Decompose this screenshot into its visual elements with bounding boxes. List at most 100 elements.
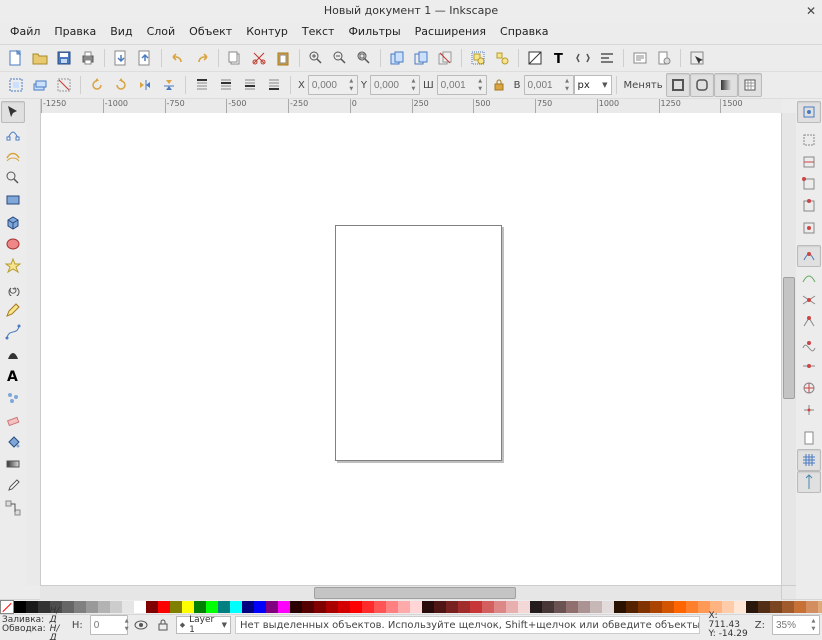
color-swatch[interactable] (398, 601, 410, 613)
snap-guide-icon[interactable] (797, 471, 821, 493)
flip-h-icon[interactable] (133, 73, 157, 97)
w-input[interactable]: ▲▼ (437, 75, 487, 95)
save-icon[interactable] (52, 46, 76, 70)
cut-icon[interactable] (247, 46, 271, 70)
menu-layer[interactable]: Слой (141, 24, 182, 44)
selector-dialog-icon[interactable] (685, 46, 709, 70)
snap-center-icon[interactable] (797, 377, 821, 399)
color-swatch[interactable] (554, 601, 566, 613)
color-swatch[interactable] (770, 601, 782, 613)
color-swatch[interactable] (350, 601, 362, 613)
zoom-tool-icon[interactable] (1, 167, 25, 189)
snap-bbox-corner-icon[interactable] (797, 173, 821, 195)
affect-pattern-icon[interactable] (738, 73, 762, 97)
color-swatch[interactable] (278, 601, 290, 613)
color-swatch[interactable] (314, 601, 326, 613)
dropper-tool-icon[interactable] (1, 475, 25, 497)
ellipse-tool-icon[interactable] (1, 233, 25, 255)
print-icon[interactable] (76, 46, 100, 70)
lower-bottom-icon[interactable] (262, 73, 286, 97)
color-swatch[interactable] (266, 601, 278, 613)
rect-tool-icon[interactable] (1, 189, 25, 211)
snap-bbox-center-icon[interactable] (797, 217, 821, 239)
undo-icon[interactable] (166, 46, 190, 70)
color-swatch[interactable] (230, 601, 242, 613)
3dbox-tool-icon[interactable] (1, 211, 25, 233)
export-icon[interactable] (133, 46, 157, 70)
color-swatch[interactable] (650, 601, 662, 613)
snap-enable-icon[interactable] (797, 101, 821, 123)
color-swatch[interactable] (74, 601, 86, 613)
eraser-tool-icon[interactable] (1, 409, 25, 431)
open-icon[interactable] (28, 46, 52, 70)
color-swatch[interactable] (506, 601, 518, 613)
spray-tool-icon[interactable] (1, 387, 25, 409)
menu-file[interactable]: Файл (4, 24, 46, 44)
preferences-icon[interactable] (628, 46, 652, 70)
v-scroll-thumb[interactable] (783, 277, 795, 399)
color-swatch[interactable] (110, 601, 122, 613)
bucket-tool-icon[interactable] (1, 431, 25, 453)
layer-visible-icon[interactable] (132, 613, 150, 637)
connector-tool-icon[interactable] (1, 497, 25, 519)
color-swatch[interactable] (14, 601, 26, 613)
color-swatch[interactable] (122, 601, 134, 613)
color-swatch[interactable] (434, 601, 446, 613)
snap-grid-icon[interactable] (797, 449, 821, 471)
color-swatch[interactable] (374, 601, 386, 613)
affect-stroke-icon[interactable] (666, 73, 690, 97)
color-swatch[interactable] (542, 601, 554, 613)
raise-icon[interactable] (214, 73, 238, 97)
redo-icon[interactable] (190, 46, 214, 70)
color-swatch[interactable] (254, 601, 266, 613)
color-swatch[interactable] (290, 601, 302, 613)
color-swatch[interactable] (746, 601, 758, 613)
snap-midpoint-icon[interactable] (797, 355, 821, 377)
menu-view[interactable]: Вид (104, 24, 138, 44)
color-swatch[interactable] (158, 601, 170, 613)
xml-editor-icon[interactable] (571, 46, 595, 70)
snap-intersection-icon[interactable] (797, 289, 821, 311)
affect-gradient-icon[interactable] (714, 73, 738, 97)
deselect-icon[interactable] (52, 73, 76, 97)
color-swatch[interactable] (98, 601, 110, 613)
zoom-in-icon[interactable] (304, 46, 328, 70)
y-input[interactable]: ▲▼ (370, 75, 420, 95)
select-layers-icon[interactable] (28, 73, 52, 97)
node-tool-icon[interactable] (1, 123, 25, 145)
menu-path[interactable]: Контур (240, 24, 294, 44)
clone-icon[interactable] (409, 46, 433, 70)
zoom-out-icon[interactable] (328, 46, 352, 70)
menu-ext[interactable]: Расширения (409, 24, 492, 44)
snap-bbox-mid-icon[interactable] (797, 195, 821, 217)
canvas-viewport[interactable] (41, 113, 781, 585)
color-swatch[interactable] (38, 601, 50, 613)
snap-bbox-icon[interactable] (797, 129, 821, 151)
color-swatch[interactable] (518, 601, 530, 613)
calligraphy-tool-icon[interactable] (1, 343, 25, 365)
doc-props-icon[interactable] (652, 46, 676, 70)
menu-filters[interactable]: Фильтры (342, 24, 406, 44)
paste-icon[interactable] (271, 46, 295, 70)
import-icon[interactable] (109, 46, 133, 70)
h-scroll-thumb[interactable] (314, 587, 516, 599)
color-swatch[interactable] (242, 601, 254, 613)
tweak-tool-icon[interactable] (1, 145, 25, 167)
snap-smooth-icon[interactable] (797, 333, 821, 355)
snap-path-icon[interactable] (797, 267, 821, 289)
align-dialog-icon[interactable] (595, 46, 619, 70)
selector-tool-icon[interactable] (1, 101, 25, 123)
new-doc-icon[interactable] (4, 46, 28, 70)
color-swatch[interactable] (494, 601, 506, 613)
unlink-clone-icon[interactable] (433, 46, 457, 70)
spiral-tool-icon[interactable] (1, 277, 25, 299)
snap-node-icon[interactable] (797, 245, 821, 267)
color-swatch[interactable] (422, 601, 434, 613)
color-swatch[interactable] (818, 601, 822, 613)
x-input[interactable]: ▲▼ (308, 75, 358, 95)
color-swatch[interactable] (470, 601, 482, 613)
color-swatch[interactable] (482, 601, 494, 613)
layer-selector[interactable]: ◆ Layer 1 ▼ (176, 616, 231, 634)
raise-top-icon[interactable] (190, 73, 214, 97)
rotate-cw-icon[interactable] (109, 73, 133, 97)
